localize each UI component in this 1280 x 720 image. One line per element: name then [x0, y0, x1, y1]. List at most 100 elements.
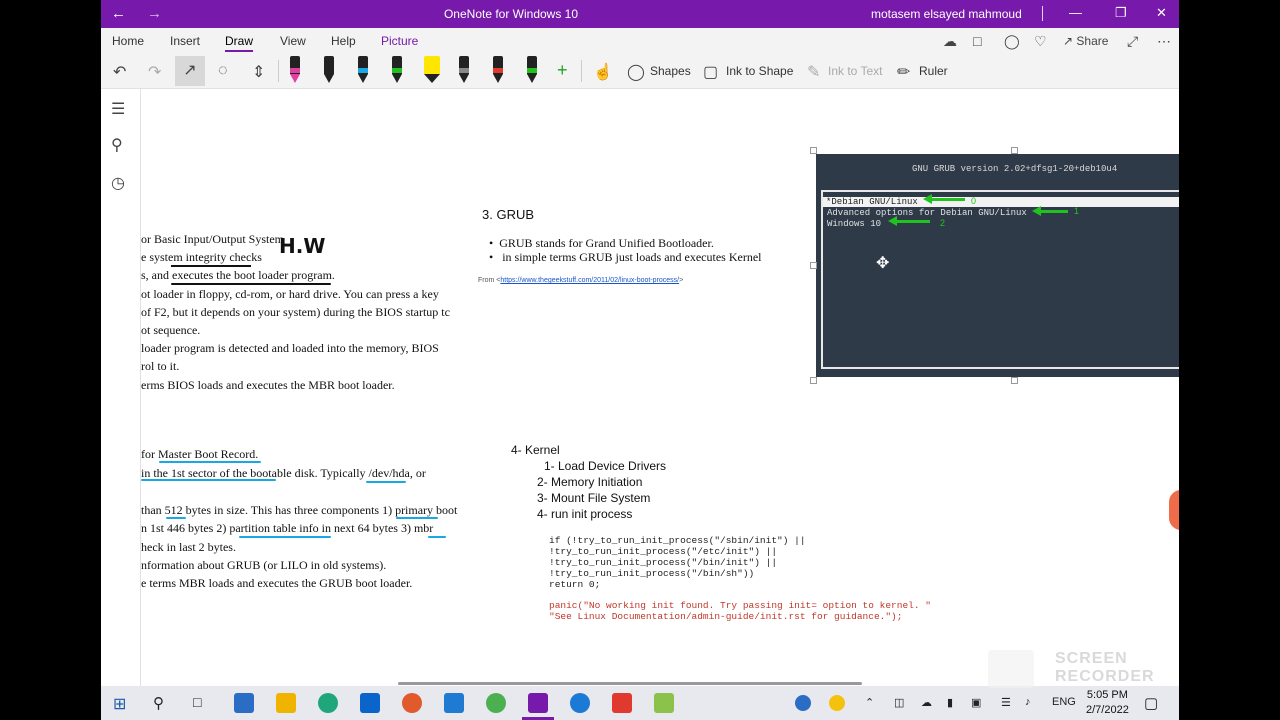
resize-handle[interactable]: [810, 147, 817, 154]
lightbulb-icon[interactable]: ◯: [1004, 33, 1020, 50]
bell-icon[interactable]: ♡: [1034, 33, 1047, 50]
recorder-icon[interactable]: [612, 693, 632, 713]
clock-time: 5:05 PM: [1086, 689, 1128, 701]
page-icon[interactable]: □: [973, 33, 981, 49]
ruler-button[interactable]: Ruler: [919, 64, 948, 78]
resize-handle[interactable]: [1011, 147, 1018, 154]
mbr-line: nformation about GRUB (or LILO in old sy…: [141, 558, 387, 572]
highlighter-yellow[interactable]: [419, 56, 445, 86]
bios-line: or Basic Input/Output System: [141, 232, 284, 246]
green-arrow: [923, 194, 965, 204]
mbr-line: n 1st 446 bytes 2) partition table info …: [141, 521, 434, 535]
clock-date: 2/7/2022: [1086, 704, 1129, 716]
recent-icon[interactable]: ◷: [111, 173, 125, 193]
more-icon[interactable]: ⋯: [1157, 33, 1171, 50]
undo-icon[interactable]: ↶: [113, 62, 126, 82]
search-icon[interactable]: ⚲: [153, 694, 164, 712]
lasso-select-icon[interactable]: ◌: [218, 62, 228, 80]
type-select-icon[interactable]: ↗: [175, 56, 205, 86]
draw-toolbar: ↶ ↷ ↗ ◌ ⇕ + ☝ ◯ Shapes ▢ Ink to Shape ✎ …: [101, 54, 1179, 89]
user-name[interactable]: motasem elsayed mahmoud: [871, 7, 1022, 21]
file-explorer-icon[interactable]: [276, 693, 296, 713]
language-indicator[interactable]: ENG: [1052, 696, 1076, 708]
redo-icon[interactable]: ↷: [148, 62, 161, 82]
pen-green[interactable]: [387, 56, 407, 86]
ink-underline-blue: [159, 461, 261, 463]
edge-icon[interactable]: [318, 693, 338, 713]
tray-app-icon[interactable]: [795, 695, 811, 711]
wifi-icon[interactable]: ☰: [1001, 696, 1011, 709]
close-icon[interactable]: ✕: [1156, 5, 1167, 21]
notebooks-icon[interactable]: ☰: [111, 99, 125, 119]
onenote-icon[interactable]: [528, 693, 548, 713]
share-button[interactable]: ↗ Share: [1063, 34, 1108, 48]
resize-handle[interactable]: [1011, 377, 1018, 384]
pen-red[interactable]: [488, 56, 508, 86]
tab-draw[interactable]: Draw: [225, 34, 254, 52]
tab-insert[interactable]: Insert: [170, 34, 200, 48]
app-icon-green[interactable]: [486, 693, 506, 713]
watermark-text: SCREEN RECORDER: [1055, 650, 1155, 685]
ink-underline-blue: [166, 517, 186, 519]
tab-help[interactable]: Help: [331, 34, 356, 48]
pen-blue[interactable]: [353, 56, 373, 86]
app-icon-store[interactable]: [234, 693, 254, 713]
sync-icon[interactable]: ☁: [943, 33, 957, 50]
tab-view[interactable]: View: [280, 34, 306, 48]
add-space-icon[interactable]: ⇕: [252, 62, 265, 82]
grub-entry-selected: *Debian GNU/Linux: [823, 197, 1179, 207]
grub-bullet: • in simple terms GRUB just loads and ex…: [489, 250, 762, 264]
restore-icon[interactable]: ❐: [1115, 5, 1127, 21]
volume-icon[interactable]: ♪: [1025, 696, 1031, 708]
vscode-icon[interactable]: [444, 693, 464, 713]
bios-line: s, and executes the boot loader program.: [141, 268, 335, 282]
ubuntu-icon[interactable]: [402, 693, 422, 713]
pen-pink[interactable]: [285, 56, 305, 86]
from-end: >: [679, 277, 684, 284]
search-icon[interactable]: ⚲: [111, 135, 123, 155]
ink-to-text-icon: ✎: [807, 64, 821, 81]
ink-to-shape-icon[interactable]: ▢: [703, 62, 718, 82]
clock[interactable]: 5:05 PM 2/7/2022: [1086, 688, 1129, 718]
floating-button[interactable]: [1169, 490, 1179, 530]
network-icon[interactable]: ◫: [894, 696, 904, 709]
grub-screenshot[interactable]: GNU GRUB version 2.02+dfsg1-20+deb10u4 *…: [816, 154, 1179, 377]
ink-underline: [171, 265, 251, 267]
start-icon[interactable]: ⊞: [113, 694, 126, 714]
cloud-icon[interactable]: ☁: [921, 696, 932, 709]
touch-draw-icon[interactable]: ☝: [593, 62, 613, 82]
shapes-icon[interactable]: ◯: [627, 62, 645, 82]
green-arrow: [1032, 206, 1068, 216]
tab-home[interactable]: Home: [112, 34, 144, 48]
window-title: OneNote for Windows 10: [443, 7, 579, 21]
notification-icon[interactable]: ▢: [1144, 694, 1158, 712]
ink-to-shape-button[interactable]: Ink to Shape: [726, 64, 793, 78]
teamviewer-icon[interactable]: [570, 693, 590, 713]
source-link[interactable]: https://www.thegeekstuff.com/2011/02/lin…: [500, 277, 679, 284]
from-label: From <: [478, 277, 501, 284]
resize-handle[interactable]: [810, 377, 817, 384]
ruler-icon[interactable]: ✏: [897, 62, 910, 82]
battery-icon[interactable]: ▮: [947, 696, 953, 709]
grub-entry: Windows 10: [827, 219, 882, 229]
tray-app-icon-2[interactable]: [829, 695, 845, 711]
app-icon-paint[interactable]: [654, 693, 674, 713]
pen-black[interactable]: [319, 56, 339, 86]
resize-handle[interactable]: [810, 262, 817, 269]
task-view-icon[interactable]: □: [193, 694, 201, 710]
note-page[interactable]: or Basic Input/Output System e system in…: [141, 89, 1179, 686]
expand-icon[interactable]: ⤢: [1127, 33, 1138, 50]
meet-icon[interactable]: ▣: [971, 696, 981, 709]
pen-black-2[interactable]: [522, 56, 542, 86]
mail-icon[interactable]: [360, 693, 380, 713]
add-pen-icon[interactable]: +: [557, 60, 568, 81]
source-citation: From <https://www.thegeekstuff.com/2011/…: [478, 277, 683, 284]
handwriting-hw: H.W: [279, 234, 326, 258]
minimize-icon[interactable]: —: [1069, 5, 1082, 20]
shapes-button[interactable]: Shapes: [650, 64, 691, 78]
tab-picture[interactable]: Picture: [381, 34, 418, 48]
chevron-up-icon[interactable]: ⌃: [865, 696, 874, 709]
pen-gray[interactable]: [454, 56, 474, 86]
bios-line: rol to it.: [141, 359, 180, 373]
horizontal-scrollbar[interactable]: [398, 682, 862, 685]
